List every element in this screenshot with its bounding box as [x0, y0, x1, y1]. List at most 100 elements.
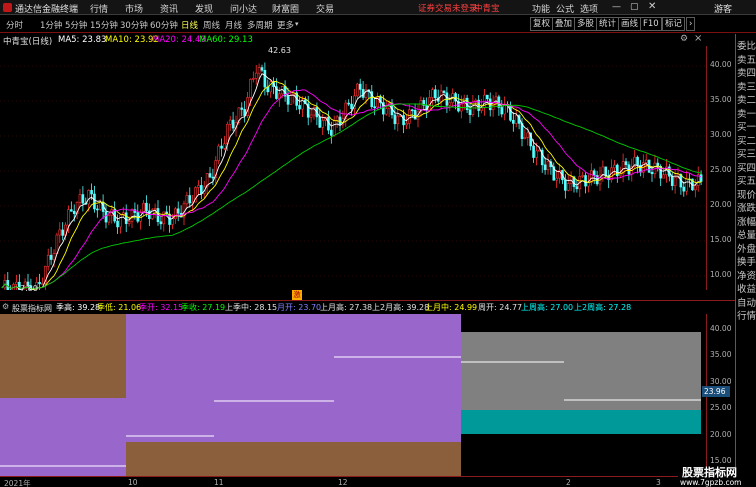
price-tick: 25.00: [710, 165, 732, 174]
sidebar-label[interactable]: 买四: [736, 160, 756, 174]
title-stock-name: 中青宝: [474, 4, 500, 14]
sidebar-label[interactable]: 涨跌: [736, 200, 756, 214]
price-tick: 15.00: [710, 235, 732, 244]
maximize-icon[interactable]: ▢: [630, 2, 639, 12]
ma-line: [1, 89, 702, 290]
watermark-url: www.7gpzb.com: [680, 478, 742, 487]
tongji-button[interactable]: 统计: [596, 17, 620, 31]
sidebar-label[interactable]: 涨幅: [736, 214, 756, 228]
candle-body: [72, 210, 76, 214]
tab-30min[interactable]: 30分钟: [120, 19, 148, 31]
sidebar-label[interactable]: 卖一: [736, 106, 756, 120]
candle-body: [217, 145, 220, 161]
duogu-button[interactable]: 多股: [574, 17, 598, 31]
candle-body: [650, 171, 654, 175]
tab-zhouxian[interactable]: 周线: [203, 19, 220, 31]
candle-body: [670, 175, 674, 186]
expand-icon[interactable]: ›: [686, 17, 696, 31]
season-block-brown-2: [126, 442, 461, 476]
menu-hangqing[interactable]: 行情: [90, 2, 108, 15]
tab-5min[interactable]: 5分钟: [65, 19, 87, 31]
tab-1min[interactable]: 1分钟: [40, 19, 62, 31]
tab-yuexian[interactable]: 月线: [225, 19, 242, 31]
candle-body: [613, 164, 616, 169]
indicator-chart[interactable]: [0, 314, 706, 476]
biaoji-button[interactable]: 标记: [662, 17, 686, 31]
sidebar-label[interactable]: 自动: [736, 295, 756, 309]
candle-body: [200, 185, 203, 195]
tab-gengduo[interactable]: 更多: [277, 19, 294, 31]
date-tick: 2021年: [4, 479, 31, 487]
menu-gongshi[interactable]: 公式: [556, 2, 574, 15]
sidebar-label[interactable]: 现价: [736, 187, 756, 201]
sidebar-label[interactable]: 卖五: [736, 52, 756, 66]
sidebar-label[interactable]: 买一: [736, 119, 756, 133]
date-tick: 3: [656, 478, 661, 487]
menu-caifuquan[interactable]: 财富圈: [272, 2, 299, 15]
ind-shangzhougao: 上周高: 27.00: [521, 303, 574, 312]
menu-jiaoyi[interactable]: 交易: [316, 2, 334, 15]
candle-body: [286, 95, 290, 105]
menu-zixun[interactable]: 资讯: [160, 2, 178, 15]
season-block-purple-1: [0, 398, 126, 476]
tab-15min[interactable]: 15分钟: [90, 19, 118, 31]
huaxian-button[interactable]: 画线: [618, 17, 642, 31]
sidebar-label[interactable]: 换手: [736, 254, 756, 268]
candle-body: [197, 185, 200, 188]
date-tick: 2: [566, 478, 571, 487]
sidebar-label[interactable]: 买二: [736, 133, 756, 147]
f10-button[interactable]: F10: [640, 17, 662, 31]
candle-body: [49, 254, 53, 260]
sidebar-label[interactable]: 净资: [736, 268, 756, 282]
candle-body: [130, 209, 134, 222]
current-value-badge: 23.96: [702, 386, 730, 397]
sidebar-label[interactable]: 买五: [736, 173, 756, 187]
ma10-label: MA10: 23.92: [105, 35, 159, 45]
sidebar-label[interactable]: 外盘: [736, 241, 756, 255]
sidebar-label[interactable]: 总量: [736, 227, 756, 241]
menu-xuanxiang[interactable]: 选项: [580, 2, 598, 15]
chart-settings-icon[interactable]: ⚙: [680, 34, 688, 44]
sidebar-label[interactable]: 卖三: [736, 79, 756, 93]
candle-body: [124, 212, 128, 224]
tab-duozhouqi[interactable]: 多周期: [247, 19, 273, 31]
sidebar-label[interactable]: 买三: [736, 146, 756, 160]
tab-fenshi[interactable]: 分时: [6, 19, 23, 31]
menu-shichang[interactable]: 市场: [125, 2, 143, 15]
ind-jishou: 季收: 27.19: [181, 303, 226, 312]
candle-body: [564, 179, 567, 191]
menu-faxian[interactable]: 发现: [195, 2, 213, 15]
high-price-label: 42.63: [268, 46, 291, 55]
minimize-icon[interactable]: —: [612, 2, 621, 12]
guest-label[interactable]: 游客: [714, 2, 732, 15]
chevron-down-icon[interactable]: ▾: [295, 20, 299, 28]
tab-60min[interactable]: 60分钟: [150, 19, 178, 31]
candle-body: [176, 208, 180, 214]
candle-body: [226, 124, 229, 145]
chart-close-icon[interactable]: ×: [694, 33, 702, 44]
toolbar: 分时 1分钟 5分钟 15分钟 30分钟 60分钟 日线 周线 月线 多周期 更…: [0, 16, 756, 33]
price-tick: 30.00: [710, 130, 732, 139]
candle-body: [252, 78, 255, 80]
tab-rixian[interactable]: 日线: [181, 19, 198, 31]
candle-body: [309, 114, 313, 118]
sidebar-label[interactable]: 收益: [736, 281, 756, 295]
close-icon[interactable]: ✕: [648, 1, 656, 12]
candlestick-chart[interactable]: [0, 46, 706, 290]
sidebar-label[interactable]: 行情: [736, 308, 756, 322]
candle-body: [384, 108, 388, 115]
sidebar-label[interactable]: 卖四: [736, 65, 756, 79]
sidebar-label[interactable]: 委比: [736, 38, 756, 52]
candle-body: [257, 67, 261, 74]
menu-gongneng[interactable]: 功能: [532, 2, 550, 15]
candle-body: [159, 221, 163, 225]
menu-wenxiaoda[interactable]: 问小达: [230, 2, 257, 15]
event-marker[interactable]: 激: [292, 290, 302, 300]
diejia-button[interactable]: 叠加: [552, 17, 576, 31]
sidebar-label[interactable]: 卖二: [736, 92, 756, 106]
ind-shang2zhougao: 上2周高: 27.28: [574, 303, 632, 312]
candle-body: [116, 220, 119, 228]
indicator-settings-icon[interactable]: ⚙: [2, 302, 9, 311]
fuquan-button[interactable]: 复权: [530, 17, 554, 31]
login-status[interactable]: 证券交易未登录: [418, 2, 478, 14]
